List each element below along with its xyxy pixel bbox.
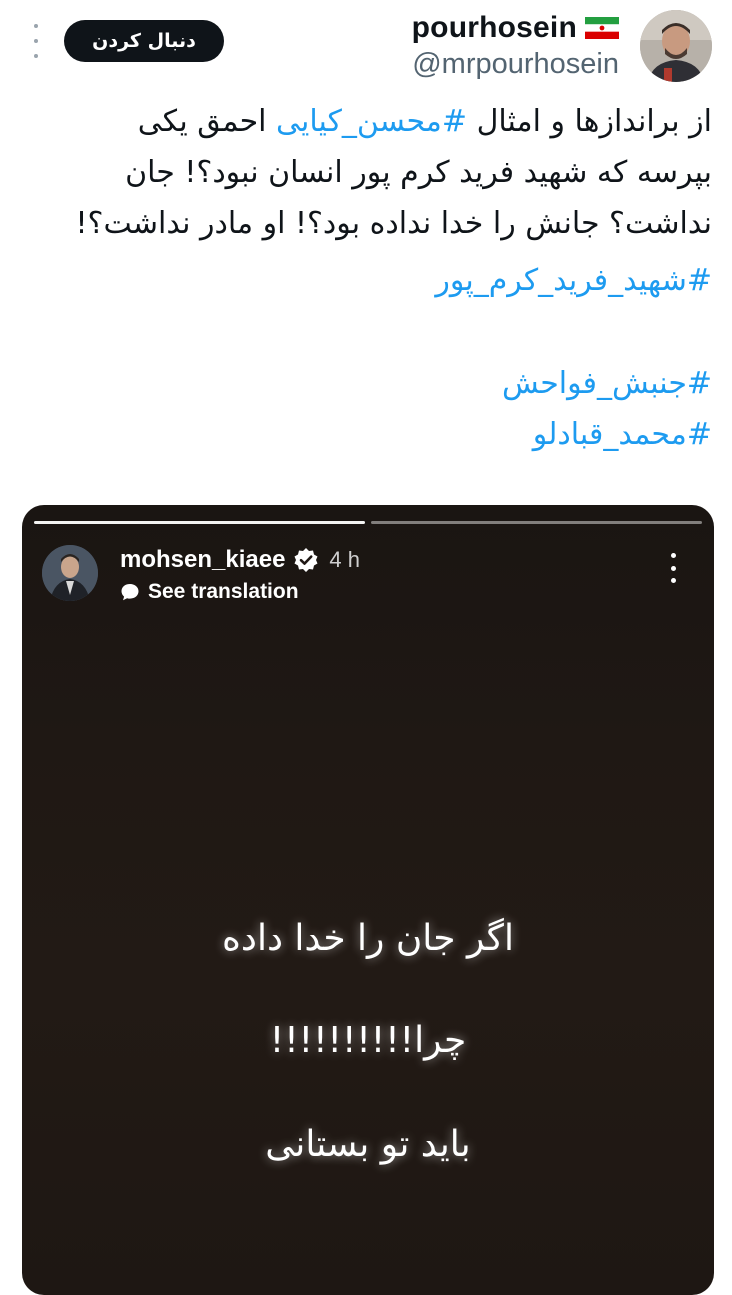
speech-bubble-icon bbox=[121, 584, 139, 601]
tweet-text-segment: احمق یکی bbox=[137, 104, 277, 139]
hashtag-link[interactable]: #شهید_فرید_کرم_پور bbox=[22, 255, 712, 306]
tweet-header: دنبال کردن pourhosein @mrpourhosein bbox=[0, 0, 732, 92]
more-vertical-icon[interactable] bbox=[668, 553, 678, 583]
see-translation-button[interactable]: See translation bbox=[120, 577, 299, 607]
story-timestamp: 4 h bbox=[329, 547, 361, 572]
see-translation-label: See translation bbox=[148, 580, 299, 603]
story-progress-segment bbox=[34, 521, 365, 524]
iran-flag-icon bbox=[585, 17, 619, 39]
tweet-text-line: بپرسه که شهید فرید کرم پور انسان نبود؟! … bbox=[125, 155, 712, 190]
hashtag-link[interactable]: #جنبش_فواحش bbox=[22, 358, 712, 409]
more-options-icon[interactable] bbox=[28, 24, 44, 58]
hashtag-link[interactable]: #محمد_قبادلو bbox=[22, 409, 712, 460]
story-screenshot-media[interactable]: mohsen_kiaee 4 h See translation اگر جان… bbox=[22, 505, 714, 1295]
tweet-text-segment: از براندازها و امثال bbox=[467, 104, 712, 139]
story-username[interactable]: mohsen_kiaee bbox=[120, 546, 285, 574]
tweet-text: از براندازها و امثال #محسن_کیایی احمق یک… bbox=[22, 96, 713, 460]
tweet-text-line: نداشت؟ جانش را خدا نداده بود؟! او مادر ن… bbox=[75, 206, 713, 241]
author-handle[interactable]: @mrpourhosein bbox=[412, 48, 619, 81]
author-name-row[interactable]: pourhosein bbox=[412, 10, 619, 46]
story-progress-bars bbox=[34, 521, 702, 524]
author-avatar[interactable] bbox=[640, 10, 712, 82]
story-avatar[interactable] bbox=[42, 545, 98, 601]
story-user-row: mohsen_kiaee 4 h bbox=[120, 543, 360, 577]
story-progress-segment bbox=[371, 521, 702, 524]
author-display-name[interactable]: pourhosein bbox=[412, 11, 577, 45]
story-caption-line: اگر جان را خدا داده bbox=[222, 918, 514, 959]
hashtag-link[interactable]: #محسن_کیایی bbox=[276, 104, 467, 139]
story-caption-line: چرا!!!!!!!!!! bbox=[269, 1020, 467, 1061]
story-caption-line: باید تو بستانی bbox=[265, 1124, 471, 1165]
verified-badge-icon bbox=[294, 548, 318, 572]
follow-button[interactable]: دنبال کردن bbox=[64, 20, 224, 62]
